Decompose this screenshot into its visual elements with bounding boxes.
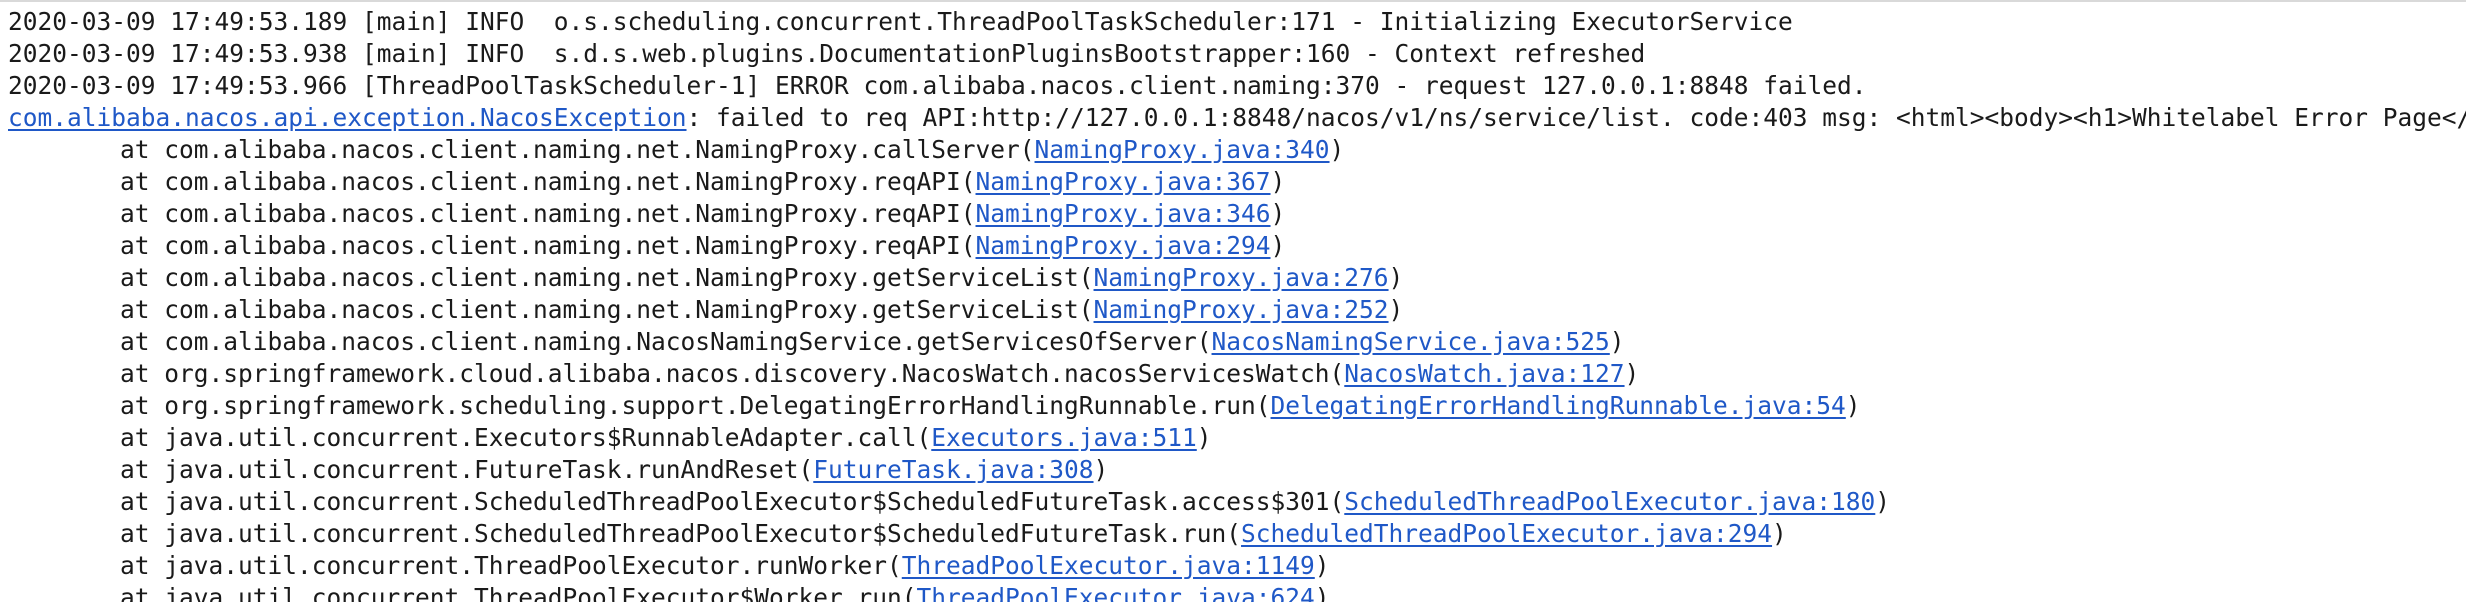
stack-frame-method: at java.util.concurrent.ThreadPoolExecut… bbox=[120, 551, 902, 580]
stack-frame-method: at java.util.concurrent.ScheduledThreadP… bbox=[120, 519, 1242, 548]
stack-frame-method: at com.alibaba.nacos.client.naming.net.N… bbox=[120, 231, 976, 260]
stack-frame-close-paren: ) bbox=[1388, 263, 1404, 292]
stack-frame-close-paren: ) bbox=[1875, 487, 1891, 516]
log-line: 2020-03-09 17:49:53.966 [ThreadPoolTaskS… bbox=[8, 70, 2466, 102]
log-line-text: 2020-03-09 17:49:53.966 [ThreadPoolTaskS… bbox=[8, 71, 1867, 100]
stack-frame-close-paren: ) bbox=[1624, 359, 1640, 388]
source-location-link[interactable]: NacosNamingService.java:525 bbox=[1212, 327, 1610, 356]
stack-frame-method: at com.alibaba.nacos.client.naming.net.N… bbox=[120, 167, 976, 196]
stack-frame-line: at java.util.concurrent.ScheduledThreadP… bbox=[8, 486, 2466, 518]
stack-frame-close-paren: ) bbox=[1093, 455, 1109, 484]
stack-frame-line: at java.util.concurrent.Executors$Runnab… bbox=[8, 422, 2466, 454]
source-location-link[interactable]: NamingProxy.java:294 bbox=[976, 231, 1271, 260]
stack-frame-method: at java.util.concurrent.FutureTask.runAn… bbox=[120, 455, 814, 484]
stack-frame-method: at java.util.concurrent.ThreadPoolExecut… bbox=[120, 583, 917, 602]
stack-frame-line: at com.alibaba.nacos.client.naming.net.N… bbox=[8, 198, 2466, 230]
stack-frame-method: at com.alibaba.nacos.client.naming.Nacos… bbox=[120, 327, 1212, 356]
stack-frame-close-paren: ) bbox=[1270, 167, 1286, 196]
stack-frame-method: at org.springframework.scheduling.suppor… bbox=[120, 391, 1271, 420]
stack-frame-method: at java.util.concurrent.Executors$Runnab… bbox=[120, 423, 932, 452]
stack-frame-line: at org.springframework.scheduling.suppor… bbox=[8, 390, 2466, 422]
exception-class-link[interactable]: com.alibaba.nacos.api.exception.NacosExc… bbox=[8, 103, 687, 132]
stack-frame-line: at com.alibaba.nacos.client.naming.net.N… bbox=[8, 294, 2466, 326]
stack-frame-line: at com.alibaba.nacos.client.naming.Nacos… bbox=[8, 326, 2466, 358]
source-location-link[interactable]: NamingProxy.java:252 bbox=[1094, 295, 1389, 324]
source-location-link[interactable]: ScheduledThreadPoolExecutor.java:294 bbox=[1241, 519, 1772, 548]
log-text-area: 2020-03-09 17:49:53.189 [main] INFO o.s.… bbox=[8, 6, 2466, 602]
stack-frame-method: at com.alibaba.nacos.client.naming.net.N… bbox=[120, 135, 1035, 164]
stack-frame-line: at org.springframework.cloud.alibaba.nac… bbox=[8, 358, 2466, 390]
stack-frame-line: at java.util.concurrent.ScheduledThreadP… bbox=[8, 518, 2466, 550]
exception-message: : failed to req API:http://127.0.0.1:884… bbox=[686, 103, 2466, 132]
stack-frame-close-paren: ) bbox=[1609, 327, 1625, 356]
source-location-link[interactable]: Executors.java:511 bbox=[931, 423, 1197, 452]
stack-frame-close-paren: ) bbox=[1270, 199, 1286, 228]
stack-frame-method: at com.alibaba.nacos.client.naming.net.N… bbox=[120, 199, 976, 228]
stack-frame-close-paren: ) bbox=[1196, 423, 1212, 452]
stack-frame-close-paren: ) bbox=[1314, 583, 1330, 602]
source-location-link[interactable]: ThreadPoolExecutor.java:624 bbox=[917, 583, 1315, 602]
source-location-link[interactable]: ThreadPoolExecutor.java:1149 bbox=[902, 551, 1315, 580]
source-location-link[interactable]: NamingProxy.java:367 bbox=[976, 167, 1271, 196]
stack-frame-method: at com.alibaba.nacos.client.naming.net.N… bbox=[120, 263, 1094, 292]
source-location-link[interactable]: NamingProxy.java:346 bbox=[976, 199, 1271, 228]
source-location-link[interactable]: FutureTask.java:308 bbox=[813, 455, 1093, 484]
stack-frame-method: at org.springframework.cloud.alibaba.nac… bbox=[120, 359, 1345, 388]
stack-frame-close-paren: ) bbox=[1845, 391, 1861, 420]
source-location-link[interactable]: NamingProxy.java:276 bbox=[1094, 263, 1389, 292]
log-line: 2020-03-09 17:49:53.189 [main] INFO o.s.… bbox=[8, 6, 2466, 38]
stack-frame-line: at java.util.concurrent.ThreadPoolExecut… bbox=[8, 582, 2466, 602]
stack-frame-method: at java.util.concurrent.ScheduledThreadP… bbox=[120, 487, 1345, 516]
log-line-text: 2020-03-09 17:49:53.189 [main] INFO o.s.… bbox=[8, 7, 1793, 36]
source-location-link[interactable]: NamingProxy.java:340 bbox=[1035, 135, 1330, 164]
stack-frame-line: at com.alibaba.nacos.client.naming.net.N… bbox=[8, 134, 2466, 166]
stack-frame-close-paren: ) bbox=[1270, 231, 1286, 260]
stack-frame-line: at com.alibaba.nacos.client.naming.net.N… bbox=[8, 230, 2466, 262]
stack-frame-close-paren: ) bbox=[1329, 135, 1345, 164]
source-location-link[interactable]: DelegatingErrorHandlingRunnable.java:54 bbox=[1271, 391, 1846, 420]
log-line-text: 2020-03-09 17:49:53.938 [main] INFO s.d.… bbox=[8, 39, 1646, 68]
stack-frame-method: at com.alibaba.nacos.client.naming.net.N… bbox=[120, 295, 1094, 324]
console-output[interactable]: 2020-03-09 17:49:53.189 [main] INFO o.s.… bbox=[0, 0, 2466, 602]
stack-frame-close-paren: ) bbox=[1772, 519, 1787, 548]
stack-frame-line: at java.util.concurrent.FutureTask.runAn… bbox=[8, 454, 2466, 486]
log-line: 2020-03-09 17:49:53.938 [main] INFO s.d.… bbox=[8, 38, 2466, 70]
stack-frame-line: at com.alibaba.nacos.client.naming.net.N… bbox=[8, 262, 2466, 294]
exception-line: com.alibaba.nacos.api.exception.NacosExc… bbox=[8, 102, 2466, 134]
source-location-link[interactable]: ScheduledThreadPoolExecutor.java:180 bbox=[1344, 487, 1875, 516]
source-location-link[interactable]: NacosWatch.java:127 bbox=[1344, 359, 1624, 388]
stack-frame-line: at java.util.concurrent.ThreadPoolExecut… bbox=[8, 550, 2466, 582]
stack-frame-close-paren: ) bbox=[1314, 551, 1330, 580]
stack-frame-close-paren: ) bbox=[1388, 295, 1404, 324]
stack-frame-line: at com.alibaba.nacos.client.naming.net.N… bbox=[8, 166, 2466, 198]
